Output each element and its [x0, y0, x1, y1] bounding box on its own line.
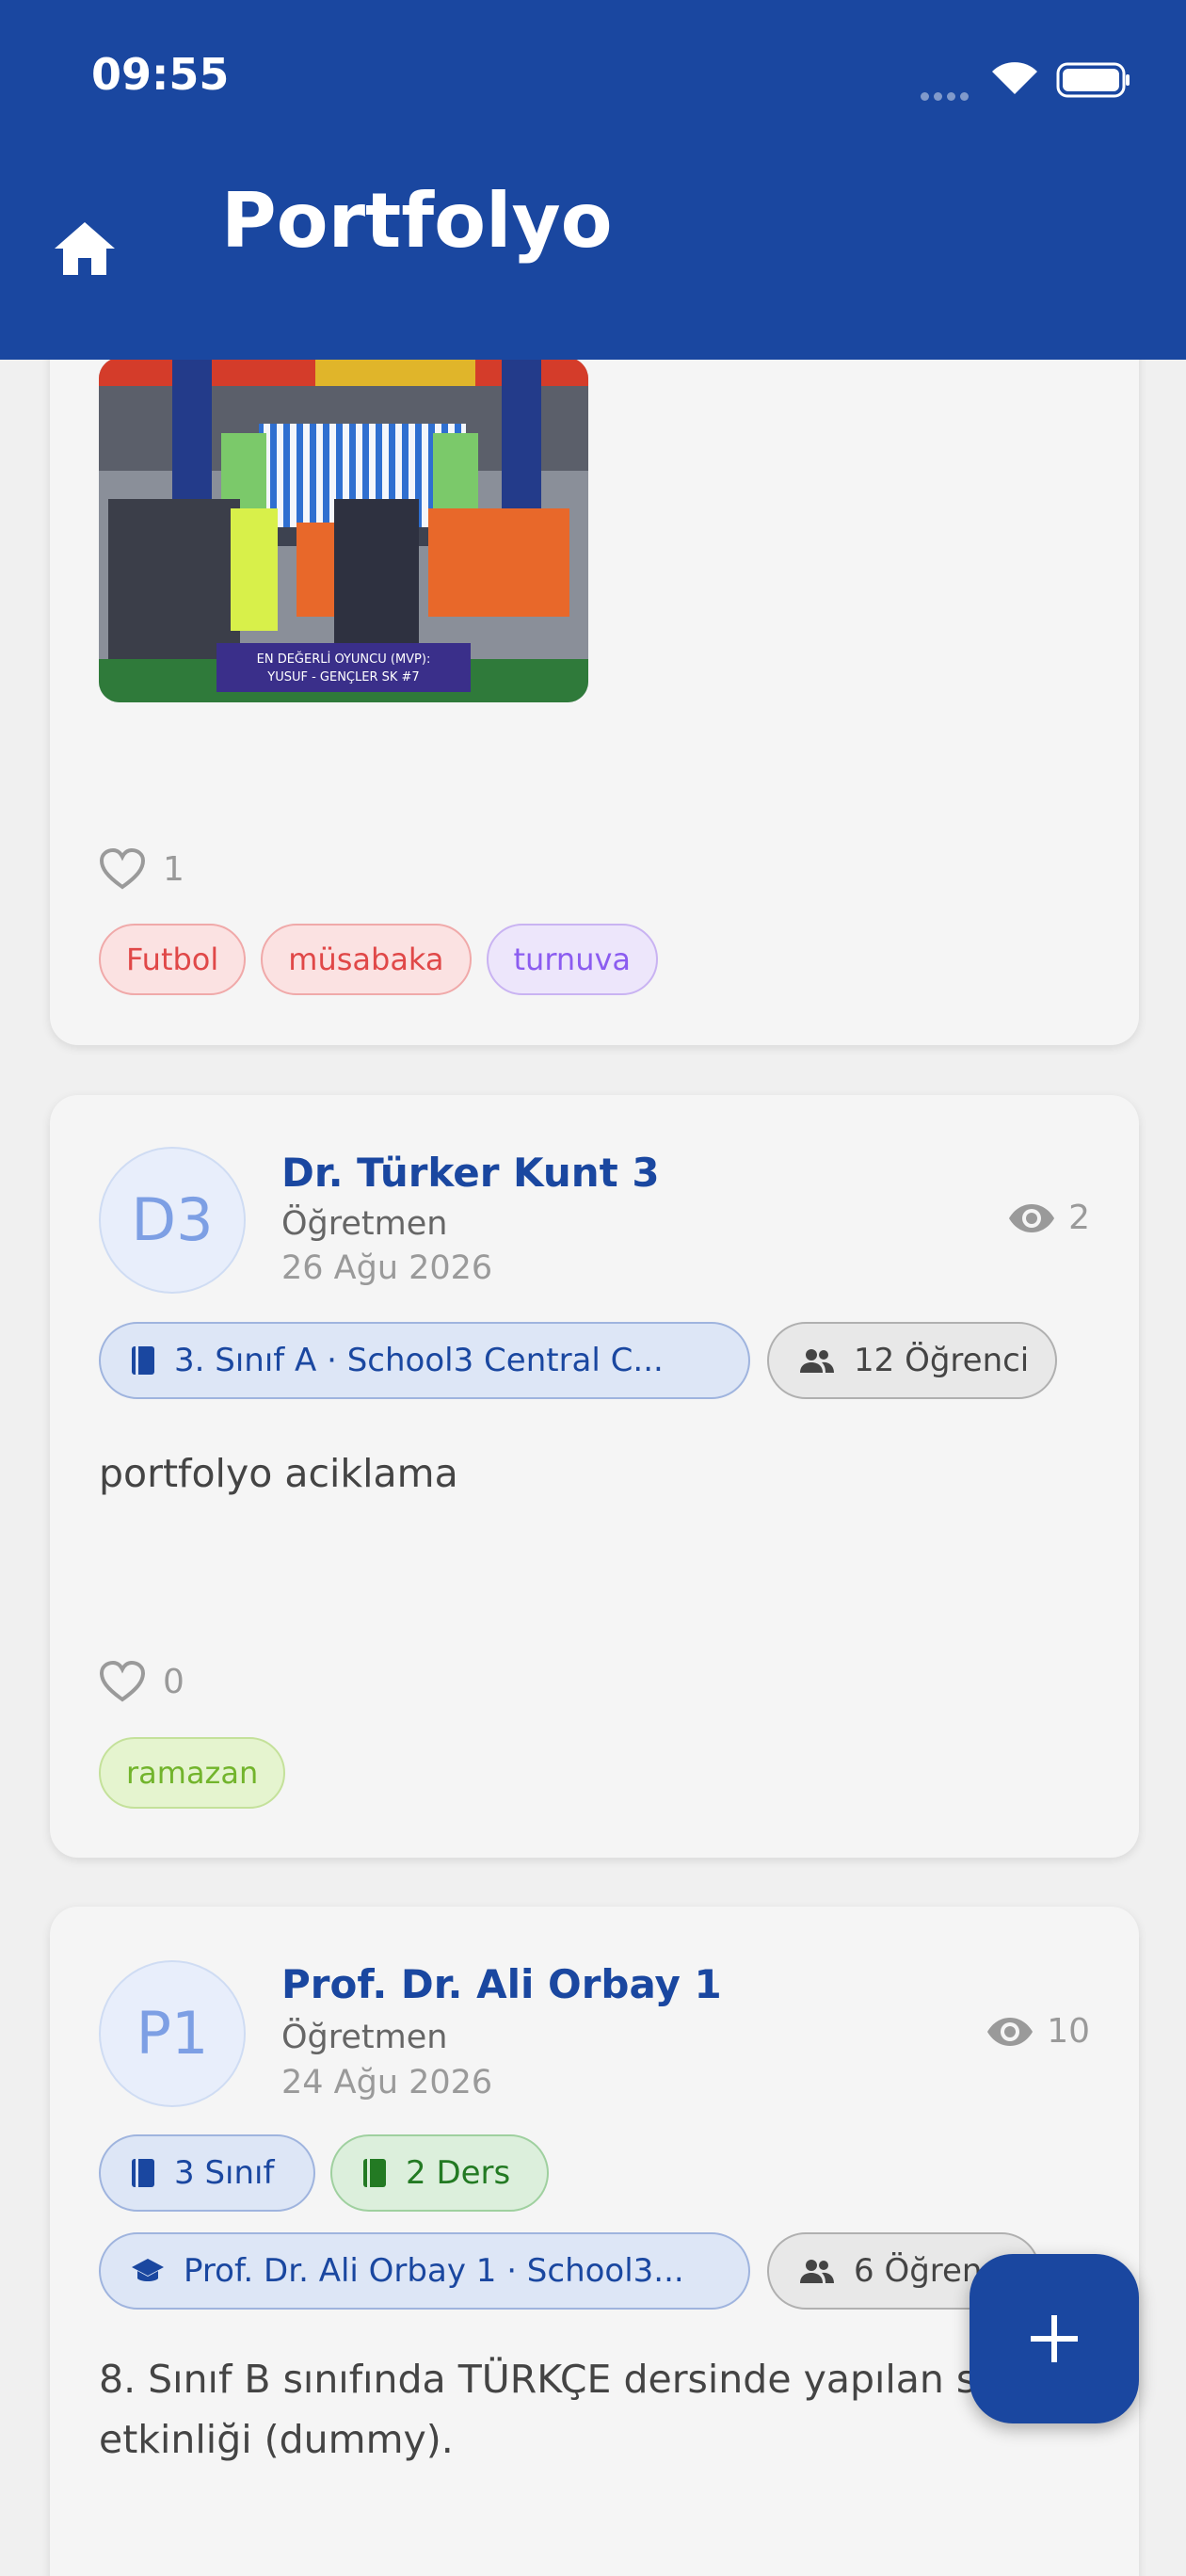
graduation-cap-icon: [132, 2259, 164, 2281]
views-count: 10: [1047, 2012, 1090, 2051]
status-time: 09:55: [91, 49, 230, 100]
home-icon[interactable]: [51, 218, 119, 279]
class-chip-label: 3. Sınıf A · School3 Central C...: [174, 1342, 664, 1379]
portfolio-card[interactable]: P1 Prof. Dr. Ali Orbay 1 Öğretmen 24 Ağu…: [50, 1907, 1139, 2576]
tag[interactable]: ramazan: [99, 1737, 286, 1809]
people-icon: [800, 1349, 834, 1373]
author-name[interactable]: Prof. Dr. Ali Orbay 1: [281, 1961, 722, 2007]
view-count: 2: [1008, 1199, 1090, 1237]
author-role: Öğretmen: [281, 1205, 448, 1243]
tag[interactable]: turnuva: [486, 924, 659, 995]
signal-icon: [921, 87, 973, 105]
book-icon: [132, 1346, 154, 1375]
lesson-count-chip[interactable]: 2 Ders: [330, 2134, 549, 2212]
view-count: 10: [986, 2012, 1090, 2051]
plus-icon: [1031, 2315, 1078, 2362]
school-chip[interactable]: Prof. Dr. Ali Orbay 1 · School3...: [99, 2232, 750, 2310]
page-title: Portfolyo: [221, 177, 613, 265]
svg-text:YUSUF - GENÇLER SK #7: YUSUF - GENÇLER SK #7: [266, 670, 419, 684]
class-chip[interactable]: 3. Sınıf A · School3 Central C...: [99, 1322, 750, 1399]
students-chip-label: 12 Öğrenci: [854, 1342, 1030, 1379]
author-name[interactable]: Dr. Türker Kunt 3: [281, 1150, 660, 1196]
tag[interactable]: müsabaka: [261, 924, 472, 995]
eye-icon: [1009, 1203, 1055, 1232]
people-icon: [800, 2260, 834, 2283]
battery-icon: [1056, 62, 1130, 98]
wifi-icon: [992, 62, 1037, 94]
heart-icon: [99, 1660, 146, 1702]
views-count: 2: [1068, 1199, 1090, 1237]
like-button[interactable]: 1: [99, 847, 184, 891]
class-count-label: 3 Sınıf: [174, 2154, 275, 2192]
portfolio-card[interactable]: D3 Dr. Türker Kunt 3 Öğretmen 26 Ağu 202…: [50, 1095, 1139, 1858]
svg-text:EN DEĞERLİ OYUNCU (MVP):: EN DEĞERLİ OYUNCU (MVP):: [257, 652, 431, 667]
app-bar: 09:55 Portfolyo: [0, 0, 1186, 360]
like-count: 0: [163, 1662, 184, 1701]
class-count-chip[interactable]: 3 Sınıf: [99, 2134, 315, 2212]
tag-list: Futbol müsabaka turnuva: [99, 924, 673, 995]
portfolio-card[interactable]: EN DEĞERLİ OYUNCU (MVP): YUSUF - GENÇLER…: [50, 282, 1139, 1045]
like-button[interactable]: 0: [99, 1660, 184, 1703]
post-date: 26 Ağu 2026: [281, 1249, 493, 1287]
post-photo[interactable]: EN DEĞERLİ OYUNCU (MVP): YUSUF - GENÇLER…: [99, 358, 588, 702]
heart-icon: [99, 847, 146, 890]
book-icon: [132, 2159, 154, 2187]
school-chip-label: Prof. Dr. Ali Orbay 1 · School3...: [184, 2252, 684, 2290]
add-button[interactable]: [970, 2254, 1139, 2423]
eye-icon: [987, 2017, 1034, 2046]
post-date: 24 Ağu 2026: [281, 2064, 493, 2101]
tag-list: ramazan: [99, 1737, 300, 1809]
post-description: portfolyo aciklama: [99, 1451, 458, 1496]
post-description: 8. Sınıf B sınıfında TÜRKÇE dersinde yap…: [99, 2357, 1036, 2462]
avatar[interactable]: D3: [99, 1147, 246, 1294]
avatar[interactable]: P1: [99, 1960, 246, 2107]
like-count: 1: [163, 849, 184, 889]
lesson-count-label: 2 Ders: [406, 2154, 511, 2192]
book-icon: [363, 2159, 386, 2187]
author-role: Öğretmen: [281, 2019, 448, 2056]
tag[interactable]: Futbol: [99, 924, 247, 995]
students-chip[interactable]: 12 Öğrenci: [767, 1322, 1057, 1399]
